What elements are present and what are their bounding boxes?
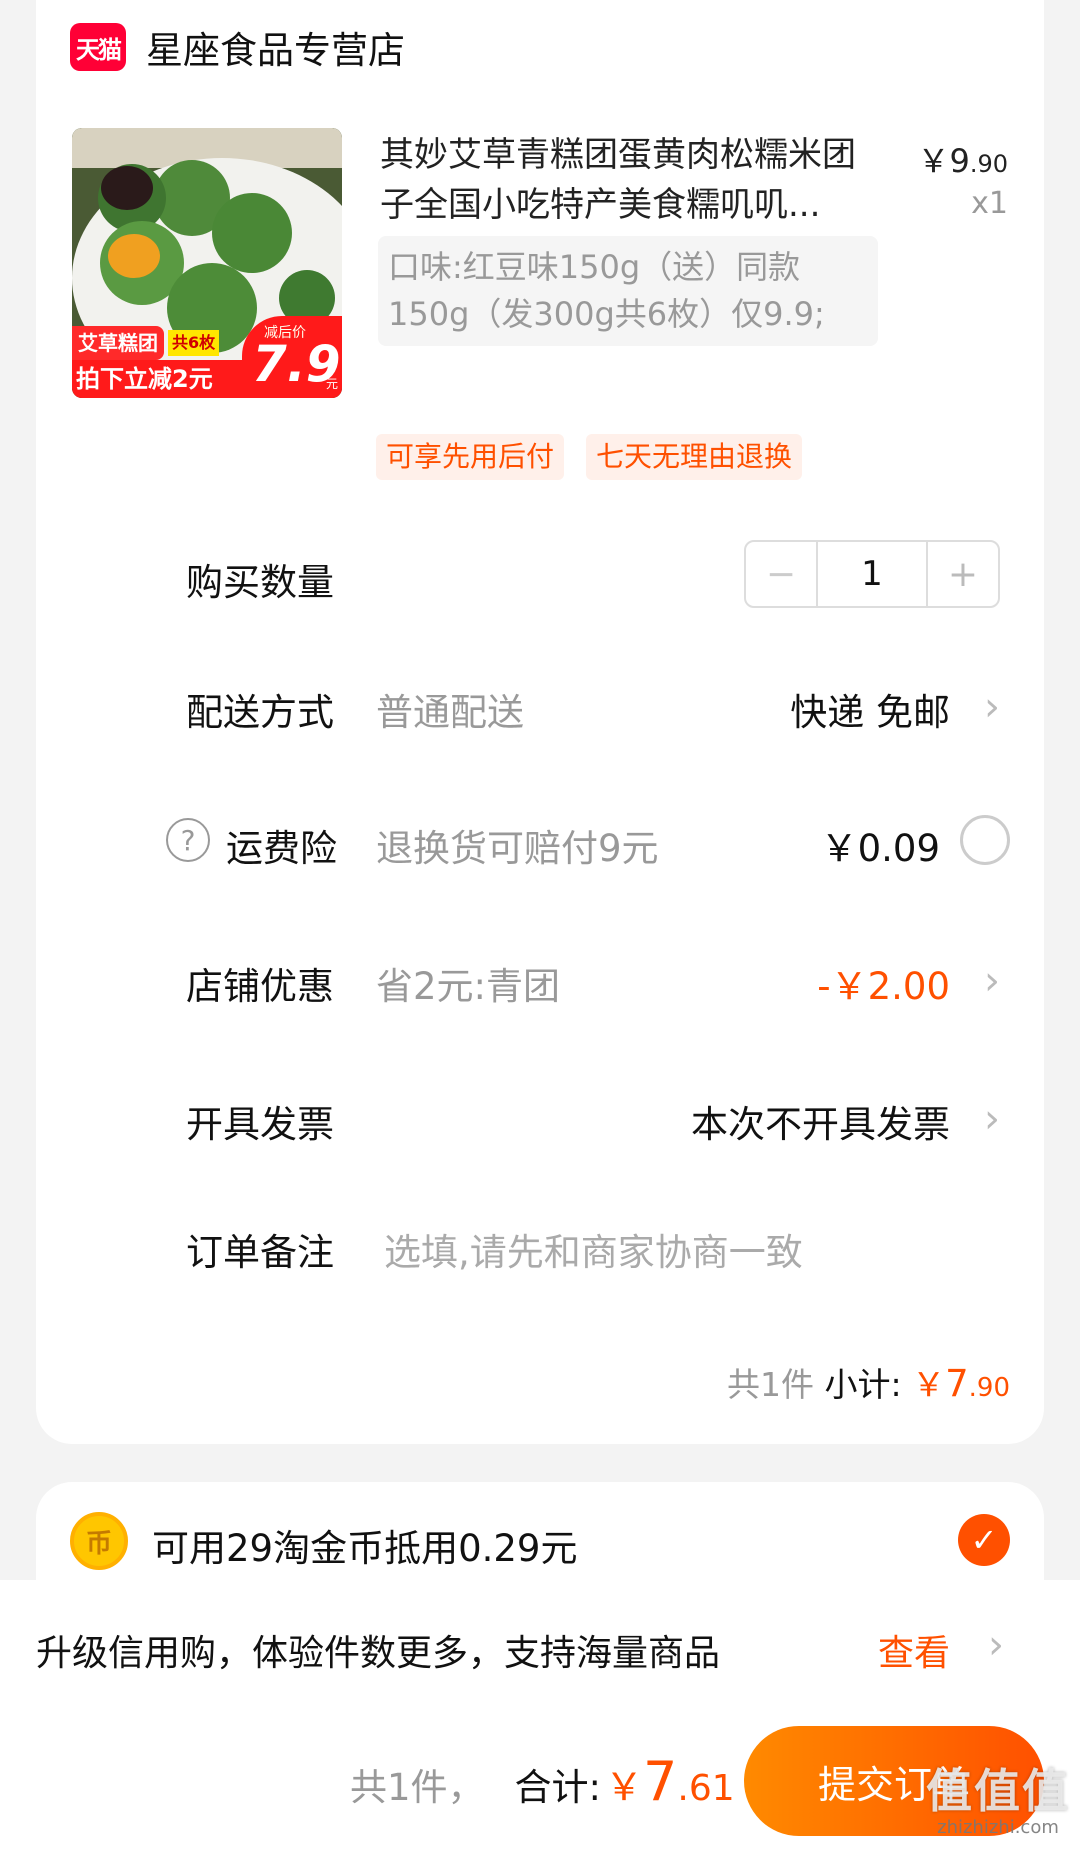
note-row: 订单备注 选填,请先和商家协商一致 — [0, 1216, 1080, 1276]
delivery-value: 快递 免邮 — [790, 691, 950, 734]
image-label-name: 艾草糕团 — [72, 326, 164, 360]
check-icon: ✓ — [970, 1521, 998, 1559]
insurance-value: ￥0.09 — [820, 827, 940, 870]
credit-promo-link[interactable]: 查看 — [878, 1624, 950, 1676]
image-price-badge: 减后价 7.9 元 — [242, 316, 342, 398]
total-int: 7 — [643, 1750, 678, 1813]
unit-price-symbol: ￥ — [917, 142, 950, 180]
insurance-row: 运费险 退换货可赔付9元 ￥0.09 — [0, 812, 1080, 872]
sku-selector[interactable]: 口味:红豆味150g（送）同款150g（发300g共6枚）仅9.9; — [378, 236, 878, 346]
delivery-row[interactable]: 配送方式 普通配送 快递 免邮 › — [0, 676, 1080, 736]
gold-coin-icon: 币 — [70, 1512, 128, 1570]
credit-promo-text: 升级信用购，体验件数更多，支持海量商品 — [36, 1633, 721, 1674]
unit-price-int: 9 — [949, 142, 970, 180]
total-amount: ￥7.61 — [605, 1750, 735, 1813]
order-total: 共1件， 合计: ￥7.61 — [350, 1750, 735, 1813]
tag-pay-later: 可享先用后付 — [376, 434, 565, 480]
watermark: 值值值 zhizhizhi.com — [926, 1755, 1070, 1838]
watermark-logo: 值值值 — [926, 1764, 1070, 1818]
note-input[interactable]: 选填,请先和商家协商一致 — [384, 1222, 803, 1276]
image-label-unit: 元 — [325, 377, 338, 391]
quantity-value[interactable]: 1 — [818, 542, 926, 606]
increase-button[interactable]: + — [926, 542, 998, 606]
subtotal-int: 7 — [945, 1362, 969, 1405]
quantity-stepper[interactable]: − 1 + — [744, 540, 1000, 608]
item-quantity: x1 — [971, 186, 1008, 221]
discount-label: 店铺优惠 — [186, 965, 334, 1008]
delivery-label: 配送方式 — [186, 691, 334, 734]
coin-checkbox[interactable]: ✓ — [958, 1514, 1010, 1566]
insurance-sub: 退换货可赔付9元 — [376, 827, 659, 870]
delivery-sub: 普通配送 — [376, 691, 524, 734]
quantity-label: 购买数量 — [186, 561, 334, 604]
unit-price-dec: .90 — [969, 150, 1008, 178]
discount-sub: 省2元:青团 — [376, 965, 561, 1008]
discount-value: -￥2.00 — [817, 965, 950, 1008]
subtotal-dec: .90 — [968, 1373, 1010, 1403]
total-dec: .61 — [677, 1768, 735, 1809]
watermark-url: zhizhizhi.com — [937, 1817, 1059, 1838]
image-label-promo: 拍下立减2元 — [72, 360, 242, 398]
tag-seven-day-return: 七天无理由退换 — [586, 434, 803, 480]
insurance-label: 运费险 — [226, 827, 337, 870]
product-title[interactable]: 其妙艾草青糕团蛋黄肉松糯米团子全国小吃特产美食糯叽叽... — [380, 130, 880, 230]
decrease-button[interactable]: − — [746, 542, 818, 606]
subtotal-label: 小计: — [824, 1365, 902, 1404]
image-label-count: 共6枚 — [168, 330, 220, 356]
total-label: 合计: — [514, 1766, 602, 1809]
tmall-badge: 天猫 — [70, 23, 126, 71]
unit-price: ￥9.90 — [917, 136, 1008, 182]
discount-row[interactable]: 店铺优惠 省2元:青团 -￥2.00 › — [0, 950, 1080, 1010]
insurance-radio[interactable] — [960, 815, 1010, 865]
total-symbol: ￥ — [605, 1765, 644, 1809]
invoice-label: 开具发票 — [186, 1103, 334, 1146]
invoice-value: 本次不开具发票 — [691, 1103, 950, 1146]
subtotal: 共1件 小计: ￥7.90 — [727, 1358, 1010, 1406]
shop-header[interactable]: 天猫 星座食品专营店 — [70, 20, 405, 74]
chevron-right-icon: › — [984, 1096, 1000, 1142]
subtotal-symbol: ￥ — [912, 1365, 946, 1404]
subtotal-count: 共1件 — [726, 1365, 814, 1404]
note-label: 订单备注 — [186, 1231, 334, 1274]
chevron-right-icon: › — [988, 1622, 1004, 1668]
invoice-row[interactable]: 开具发票 本次不开具发票 › — [0, 1088, 1080, 1148]
total-count: 共1件， — [350, 1766, 485, 1809]
chevron-right-icon: › — [984, 958, 1000, 1004]
subtotal-amount: ￥7.90 — [912, 1362, 1010, 1405]
coin-text: 可用29淘金币抵用0.29元 — [152, 1527, 578, 1570]
product-image[interactable]: 艾草糕团 共6枚 拍下立减2元 减后价 7.9 元 — [72, 128, 342, 398]
bottom-bar: 升级信用购，体验件数更多，支持海量商品 查看 › 共1件， 合计: ￥7.61 … — [0, 1580, 1080, 1852]
chevron-right-icon: › — [984, 684, 1000, 730]
shop-name[interactable]: 星座食品专营店 — [146, 20, 405, 74]
